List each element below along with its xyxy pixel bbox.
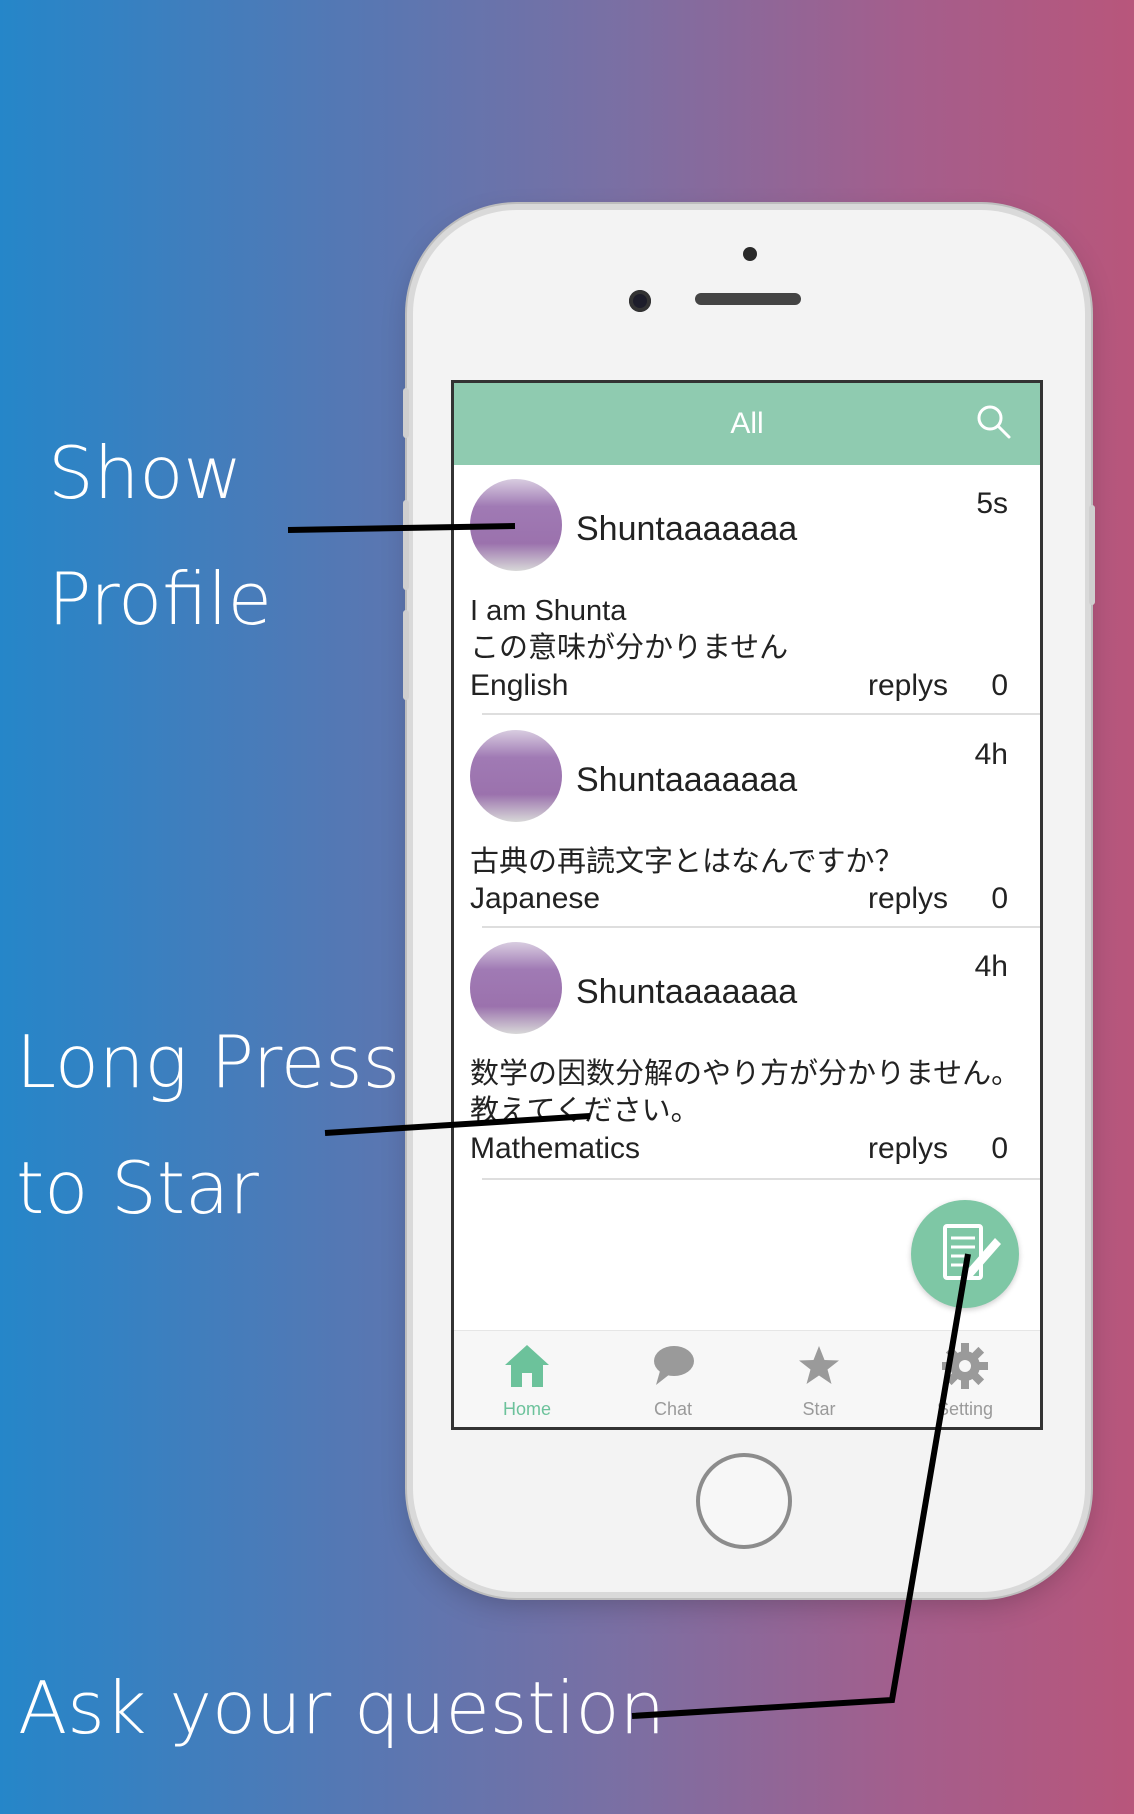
post-language: English: [470, 669, 569, 702]
avatar[interactable]: [470, 479, 562, 571]
power-button: [1089, 505, 1095, 605]
tab-setting[interactable]: Setting: [892, 1331, 1038, 1427]
post-language: Japanese: [470, 882, 601, 915]
post-text: 古典の再読文字とはなんですか？: [470, 844, 904, 881]
callout-long-press: Long Press: [16, 1020, 401, 1104]
replies-count: 0: [991, 882, 1008, 915]
post-time: 5s: [976, 487, 1008, 520]
post-item[interactable]: Shuntaaaaaaa 4h 古典の再読文字とはなんですか？ Japanese…: [454, 716, 1040, 928]
navbar: All: [454, 383, 1040, 465]
post-username: Shuntaaaaaaa: [576, 973, 798, 1011]
callout-profile: Profile: [48, 557, 272, 641]
phone-frame: All Shuntaaaaaaa 5s I am Shunta この意味が分かり…: [403, 210, 1095, 1592]
home-icon: [505, 1345, 549, 1387]
front-camera: [629, 290, 651, 312]
post-language: Mathematics: [470, 1132, 641, 1165]
replies-label: replys: [867, 1132, 948, 1165]
mute-switch: [403, 388, 409, 438]
post-text: 数学の因数分解のやり方が分かりません。 教えてください。: [470, 1056, 1020, 1130]
callout-show: Show: [48, 431, 243, 515]
avatar[interactable]: [470, 730, 562, 822]
tab-bar: Home Chat Star Setting: [454, 1330, 1040, 1427]
search-icon[interactable]: [974, 402, 1014, 442]
post-text-line: この意味が分かりません: [470, 632, 789, 664]
replies-label: replys: [867, 882, 948, 915]
post-item[interactable]: Shuntaaaaaaa 4h 数学の因数分解のやり方が分かりません。 教えてく…: [454, 928, 1040, 1180]
replies-count: 0: [991, 669, 1008, 702]
divider: [482, 1178, 1040, 1180]
post-text: I am Shunta この意味が分かりません: [470, 593, 788, 667]
post-text-line: 教えてください。: [470, 1095, 700, 1127]
compose-button[interactable]: [911, 1200, 1019, 1308]
gear-icon: [942, 1343, 988, 1389]
callout-to-star: to Star: [16, 1146, 259, 1230]
divider: [482, 713, 1040, 715]
chat-icon: [654, 1346, 694, 1385]
tab-home[interactable]: Home: [454, 1331, 600, 1427]
post-username: Shuntaaaaaaa: [576, 510, 798, 548]
tab-label: Setting: [936, 1399, 994, 1419]
compose-icon: [943, 1224, 1001, 1280]
volume-up-button: [403, 500, 409, 590]
post-username: Shuntaaaaaaa: [576, 761, 798, 799]
replies-count: 0: [991, 1132, 1008, 1165]
callout-ask-question: Ask your question: [18, 1666, 666, 1750]
post-item[interactable]: Shuntaaaaaaa 5s I am Shunta この意味が分かりません …: [454, 465, 1040, 715]
tab-star[interactable]: Star: [746, 1331, 892, 1427]
post-text-line: 古典の再読文字とはなんですか？: [470, 846, 904, 878]
navbar-title: All: [730, 407, 764, 440]
replies-label: replys: [867, 669, 948, 702]
post-time: 4h: [974, 738, 1008, 771]
post-text-line: I am Shunta: [470, 595, 627, 627]
app-screen: All Shuntaaaaaaa 5s I am Shunta この意味が分かり…: [451, 380, 1043, 1430]
proximity-sensor: [743, 247, 757, 261]
home-button[interactable]: [696, 1453, 792, 1549]
earpiece-speaker: [695, 293, 801, 305]
avatar[interactable]: [470, 942, 562, 1034]
star-icon: [799, 1346, 839, 1384]
tab-label: Star: [802, 1399, 836, 1419]
post-time: 4h: [974, 950, 1008, 983]
volume-down-button: [403, 610, 409, 700]
tab-chat[interactable]: Chat: [600, 1331, 746, 1427]
post-text-line: 数学の因数分解のやり方が分かりません。: [470, 1058, 1021, 1090]
tab-label: Home: [502, 1399, 551, 1419]
tab-label: Chat: [653, 1399, 693, 1419]
